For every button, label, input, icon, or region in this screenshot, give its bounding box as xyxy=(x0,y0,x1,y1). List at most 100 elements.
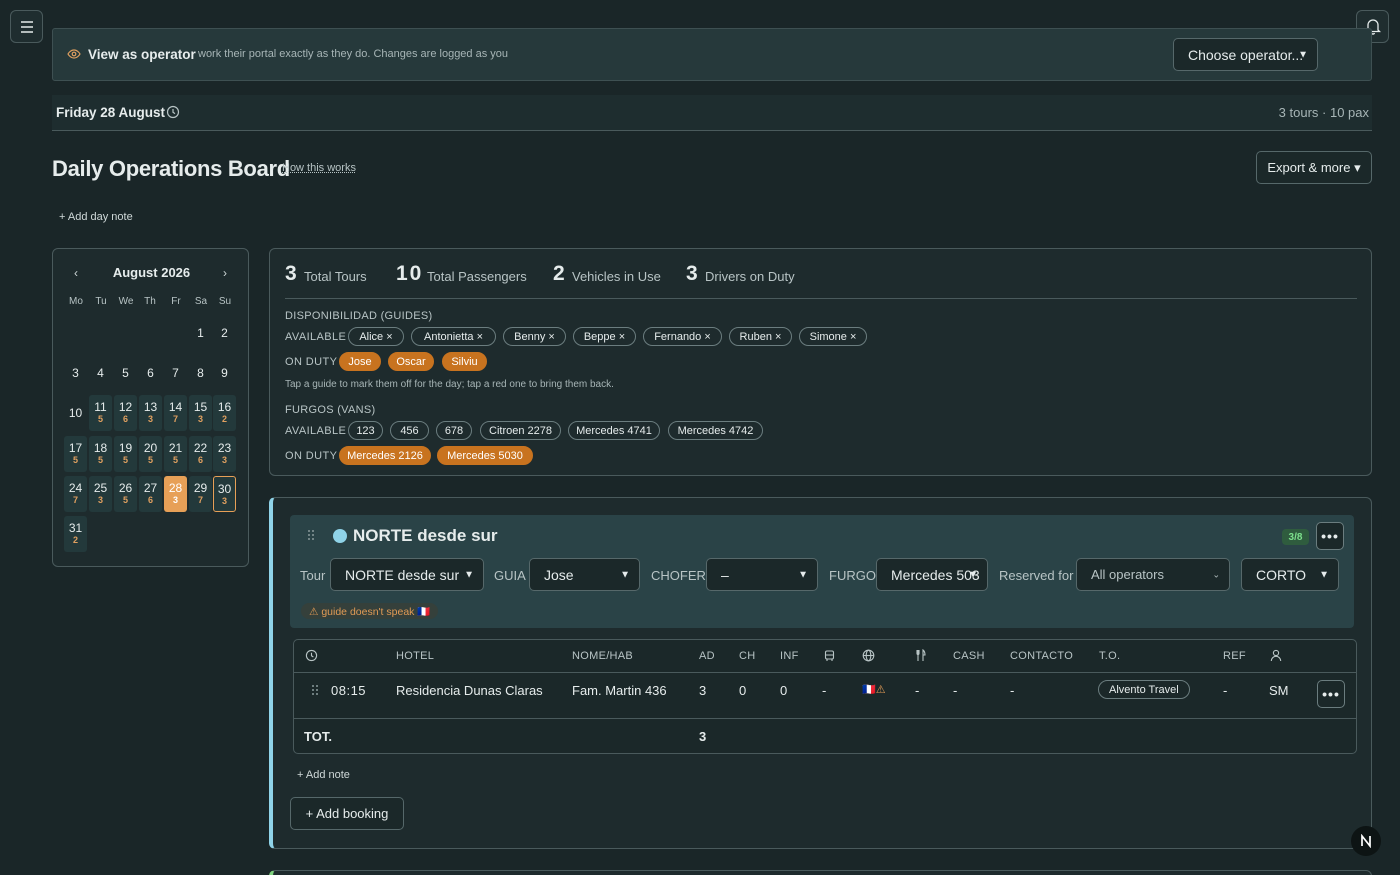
logo-n-icon xyxy=(1359,834,1373,848)
calendar-day-number: 3 xyxy=(64,366,87,380)
guide-chip-on-duty[interactable]: Silviu xyxy=(442,352,487,371)
reserved-for-value: All operators xyxy=(1091,567,1164,582)
calendar-day[interactable]: 12 6 xyxy=(114,395,137,431)
drivers-label: Drivers on Duty xyxy=(705,269,795,284)
calendar-day[interactable]: 14 7 xyxy=(164,395,187,431)
calendar-day[interactable]: 23 3 xyxy=(213,436,236,472)
drag-handle-icon[interactable] xyxy=(311,684,319,696)
calendar-day[interactable]: 30 3 xyxy=(213,476,236,512)
calendar-day[interactable]: 9 xyxy=(213,355,236,391)
booking-ch: 0 xyxy=(739,683,746,698)
furgo-select[interactable]: Mercedes 503 ▼ xyxy=(876,558,988,591)
footer-divider xyxy=(294,718,1356,719)
guide-chip-available[interactable]: Ruben × xyxy=(729,327,792,346)
calendar-day-number: 31 xyxy=(64,521,87,535)
vans-section-title: FURGOS (VANS) xyxy=(285,404,375,416)
calendar-day[interactable]: 27 6 xyxy=(139,476,162,512)
booking-user: SM xyxy=(1269,683,1289,698)
chofer-select[interactable]: – ▼ xyxy=(706,558,818,591)
calendar-day-number: 19 xyxy=(114,441,137,455)
calendar-day[interactable]: 3 xyxy=(64,355,87,391)
calendar-day[interactable]: 1 xyxy=(189,315,212,351)
van-chip-on-duty[interactable]: Mercedes 5030 xyxy=(437,446,533,465)
guia-select[interactable]: Jose ▼ xyxy=(529,558,640,591)
day-stats-panel: 3 Total Tours 10 Total Passengers 2 Vehi… xyxy=(269,248,1372,476)
calendar-day[interactable]: 31 2 xyxy=(64,516,87,552)
calendar-day[interactable]: 13 3 xyxy=(139,395,162,431)
booking-language: 🇫🇷⚠ xyxy=(862,683,886,696)
calendar-day[interactable]: 17 5 xyxy=(64,436,87,472)
calendar-day[interactable]: 28 3 xyxy=(164,476,187,512)
calendar-day[interactable]: 2 xyxy=(213,315,236,351)
van-chip-available[interactable]: Mercedes 4741 xyxy=(568,421,660,440)
operator-select[interactable]: Choose operator... ▼ xyxy=(1173,38,1318,71)
add-booking-button[interactable]: + Add booking xyxy=(290,797,404,830)
van-chip-available[interactable]: Citroen 2278 xyxy=(480,421,561,440)
menu-button[interactable] xyxy=(10,10,43,43)
calendar-day-count: 6 xyxy=(189,455,212,465)
add-note-link[interactable]: + Add note xyxy=(297,769,350,781)
calendar-day[interactable]: 7 xyxy=(164,355,187,391)
drag-handle-icon[interactable] xyxy=(307,529,315,541)
chofer-select-value: – xyxy=(721,567,729,583)
next-month-button[interactable]: › xyxy=(223,266,227,280)
calendar-day[interactable]: 20 5 xyxy=(139,436,162,472)
calendar-day[interactable]: 25 3 xyxy=(89,476,112,512)
tour-more-button[interactable]: ••• xyxy=(1316,522,1344,550)
calendar-day[interactable]: 10 xyxy=(64,395,87,431)
calendar-day[interactable]: 26 5 xyxy=(114,476,137,512)
total-ad: 3 xyxy=(699,729,706,744)
reserved-for-select[interactable]: All operators ⌄ xyxy=(1076,558,1230,591)
van-chip-available[interactable]: 678 xyxy=(436,421,472,440)
calendar-day[interactable]: 5 xyxy=(114,355,137,391)
weekday-label: We xyxy=(115,296,137,307)
calendar-day-count: 5 xyxy=(89,414,112,424)
calendar-day-number: 6 xyxy=(139,366,162,380)
guide-chip-available[interactable]: Beppe × xyxy=(573,327,636,346)
page-title: Daily Operations Board xyxy=(52,156,290,182)
col-to: T.O. xyxy=(1099,650,1120,662)
header-divider xyxy=(294,672,1356,673)
export-more-button[interactable]: Export & more ▾ xyxy=(1256,151,1372,184)
booking-more-button[interactable]: ••• xyxy=(1317,680,1345,708)
tour-type-select[interactable]: CORTO ▼ xyxy=(1241,558,1339,591)
van-chip-available[interactable]: Mercedes 4742 xyxy=(668,421,763,440)
calendar-day-count: 3 xyxy=(139,414,162,424)
date-bar: Friday 28 August 3 tours · 10 pax xyxy=(52,95,1372,131)
guide-chip-available[interactable]: Benny × xyxy=(503,327,566,346)
calendar-day[interactable]: 18 5 xyxy=(89,436,112,472)
calendar-day[interactable]: 16 2 xyxy=(213,395,236,431)
guide-chip-available[interactable]: Simone × xyxy=(799,327,867,346)
guide-chip-on-duty[interactable]: Oscar xyxy=(388,352,434,371)
calendar-day-number: 16 xyxy=(213,400,236,414)
van-chip-on-duty[interactable]: Mercedes 2126 xyxy=(339,446,431,465)
calendar-day-number: 26 xyxy=(114,481,137,495)
weekday-label: Sa xyxy=(190,296,212,307)
calendar-day[interactable]: 21 5 xyxy=(164,436,187,472)
add-day-note-link[interactable]: + Add day note xyxy=(59,211,133,223)
calendar-day[interactable]: 15 3 xyxy=(189,395,212,431)
calendar-day[interactable]: 8 xyxy=(189,355,212,391)
van-chip-available[interactable]: 456 xyxy=(390,421,429,440)
calendar-day[interactable]: 22 6 xyxy=(189,436,212,472)
calendar-day[interactable]: 4 xyxy=(89,355,112,391)
calendar-day[interactable]: 29 7 xyxy=(189,476,212,512)
calendar-day[interactable]: 19 5 xyxy=(114,436,137,472)
guia-label: GUIA xyxy=(494,568,526,583)
calendar-day[interactable]: 11 5 xyxy=(89,395,112,431)
tour-select[interactable]: NORTE desde sur ▼ xyxy=(330,558,484,591)
calendar-day-count: 3 xyxy=(89,495,112,505)
guide-chip-available[interactable]: Fernando × xyxy=(643,327,722,346)
col-contacto: CONTACTO xyxy=(1010,650,1073,662)
guide-chip-on-duty[interactable]: Jose xyxy=(339,352,381,371)
app-launcher-button[interactable] xyxy=(1351,826,1381,856)
van-chip-available[interactable]: 123 xyxy=(348,421,383,440)
how-this-works-link[interactable]: How this works xyxy=(282,162,356,174)
booking-time: 08:15 xyxy=(331,683,366,698)
calendar-day[interactable]: 24 7 xyxy=(64,476,87,512)
guide-chip-available[interactable]: Alice × xyxy=(348,327,404,346)
col-name: NOME/HAB xyxy=(572,650,633,662)
guide-chip-available[interactable]: Antonietta × xyxy=(411,327,496,346)
calendar-day[interactable]: 6 xyxy=(139,355,162,391)
clock-icon[interactable] xyxy=(166,105,180,119)
